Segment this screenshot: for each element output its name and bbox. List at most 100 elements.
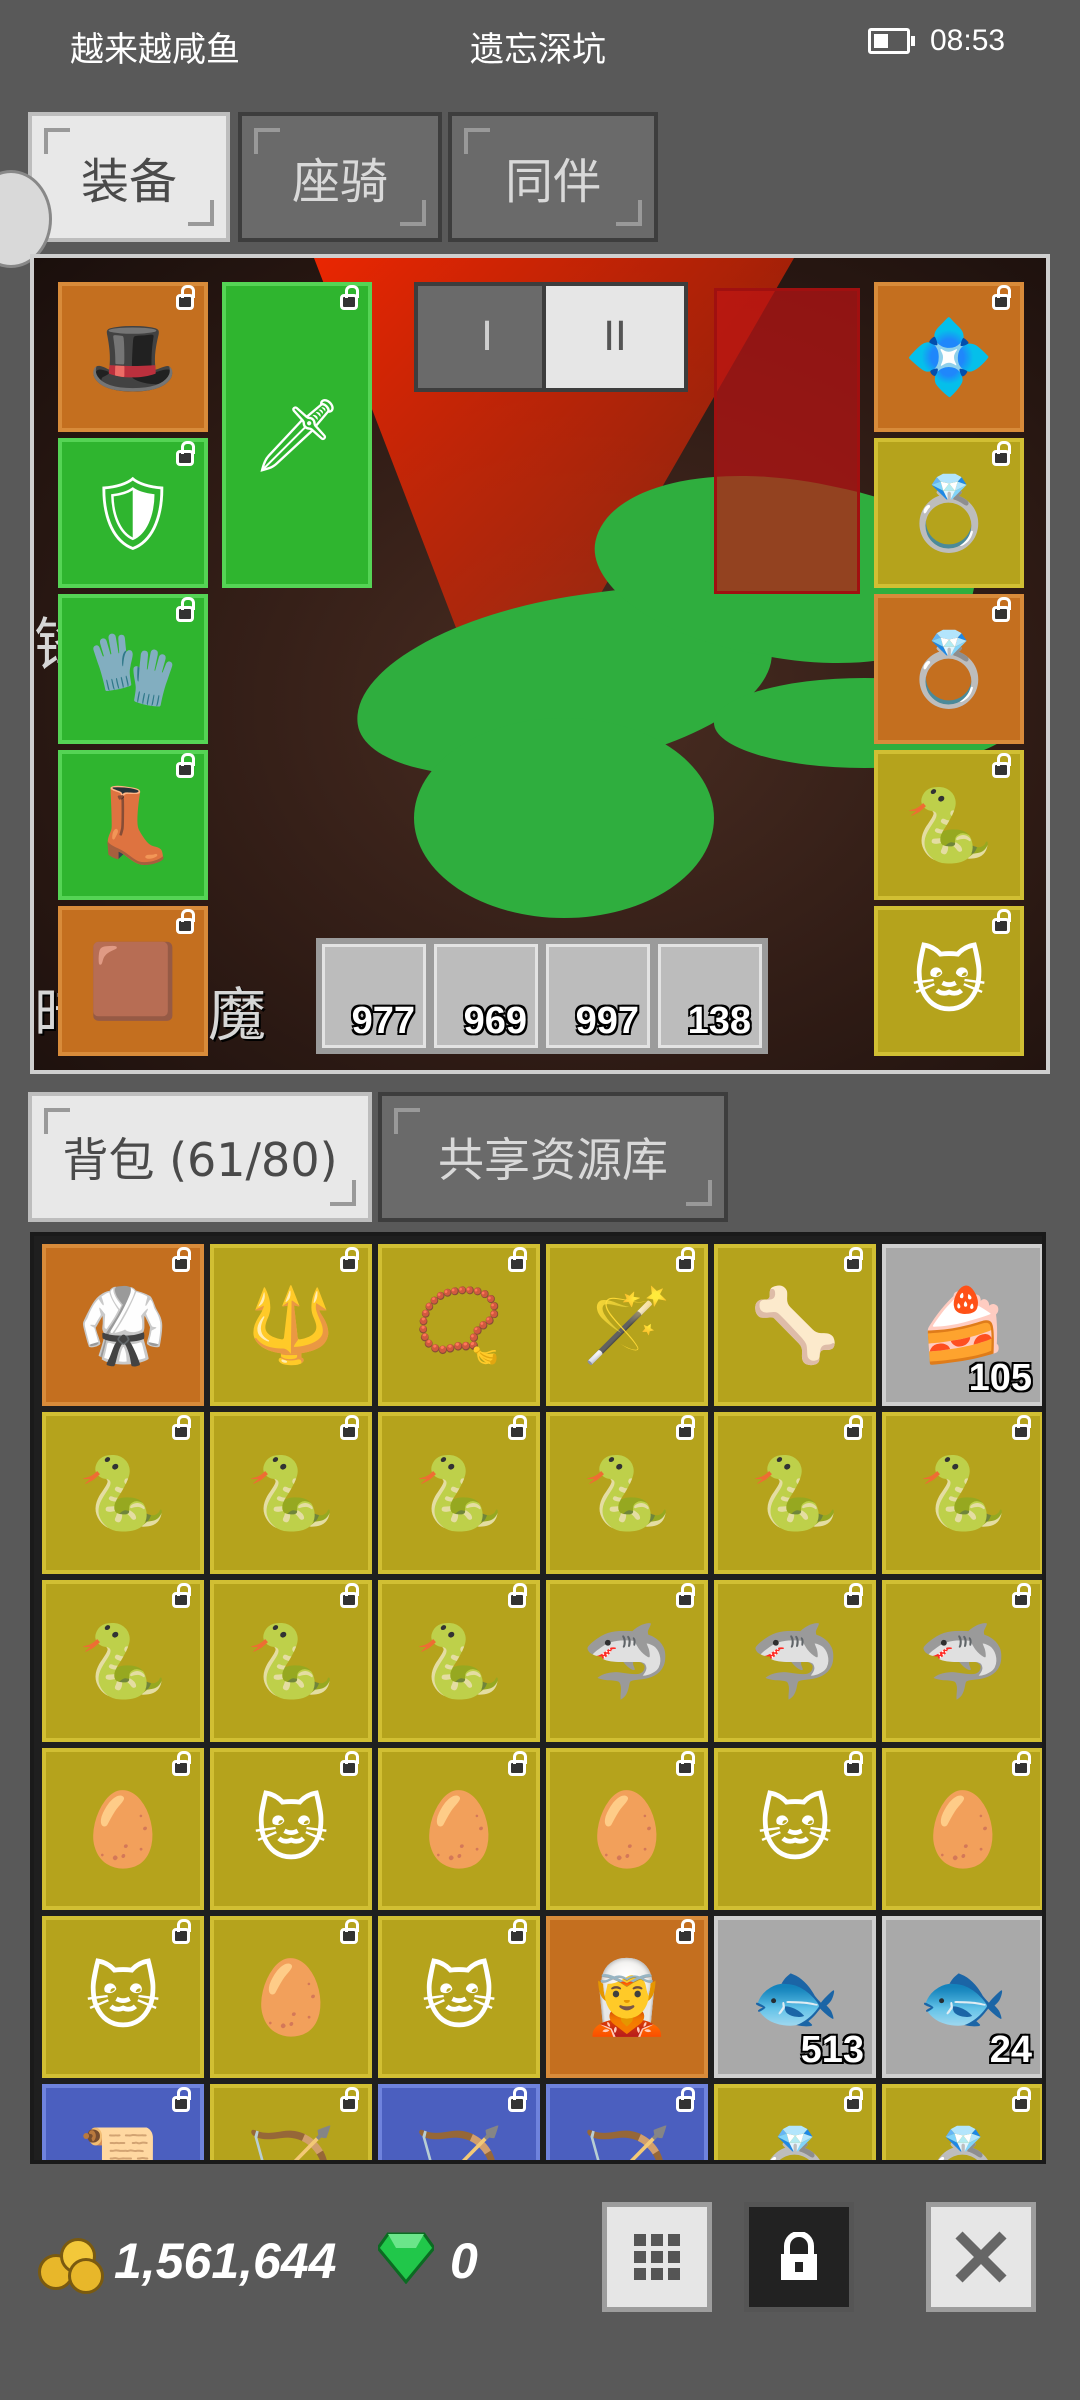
bag-slot[interactable]: 🐍 (378, 1580, 540, 1742)
snake-scroll-icon: 🐍 (750, 1451, 840, 1535)
close-button[interactable] (926, 2202, 1036, 2312)
status-bar: 越来越咸鱼 遗忘深坑 08:53 (0, 0, 1080, 88)
bag-slot[interactable]: 📿 (378, 1244, 540, 1406)
bag-slot[interactable]: 🥚 (42, 1748, 204, 1910)
lock-icon (676, 1583, 695, 1608)
bag-slot[interactable]: 🐍 (210, 1580, 372, 1742)
snake-scroll-icon: 🐍 (78, 1451, 168, 1535)
tab-shared-storage[interactable]: 共享资源库 (378, 1092, 728, 1222)
sort-grid-button[interactable] (602, 2202, 712, 2312)
bag-slot[interactable]: 🐟 24 (882, 1916, 1042, 2078)
bag-slot[interactable]: 🐱 (378, 1916, 540, 2078)
snake-scroll-icon: 🐍 (78, 1619, 168, 1703)
consumable-slot-2[interactable]: 969 (434, 944, 538, 1048)
bag-slot[interactable]: 🏹 (210, 2084, 372, 2160)
consumable-slot-4[interactable]: 138 (658, 944, 762, 1048)
lock-icon (508, 1919, 527, 1944)
bag-slot[interactable]: 🏹 (546, 2084, 708, 2160)
page-button-2[interactable]: II (542, 282, 688, 392)
bow-icon: 🏹 (414, 2129, 504, 2160)
bag-slot[interactable]: 🥚 (882, 1748, 1042, 1910)
lock-icon (676, 1247, 695, 1272)
lock-toggle-button[interactable] (744, 2202, 854, 2312)
bag-slot[interactable]: 🔱 (210, 1244, 372, 1406)
equip-slot-belt[interactable]: 🟫 (58, 906, 208, 1056)
bag-slot[interactable]: 🐟 513 (714, 1916, 876, 2078)
bag-slot[interactable]: 🏹 (378, 2084, 540, 2160)
amulet-icon: 📿 (414, 1283, 504, 1367)
bag-slot[interactable]: 🐱 (210, 1748, 372, 1910)
cat-icon: 🐱 (253, 1787, 329, 1871)
item-count: 138 (687, 1000, 751, 1042)
bag-slot[interactable]: 🐍 (546, 1412, 708, 1574)
equip-slot-pet[interactable]: 🐱 (874, 906, 1024, 1056)
snake-scroll-icon: 🐍 (246, 1451, 336, 1535)
ring-icon: 💍 (750, 2129, 840, 2160)
consumable-slot-3[interactable]: 997 (546, 944, 650, 1048)
equip-slot-boots[interactable]: 👢 (58, 750, 208, 900)
item-count: 24 (989, 2029, 1032, 2071)
tab-mount[interactable]: 座骑 (238, 112, 442, 242)
equip-slot-helmet[interactable]: 🎩 (58, 282, 208, 432)
armor-icon: 🥋 (78, 1283, 168, 1367)
tab-label: 背包 (61/80) (62, 1133, 338, 1187)
bag-slot[interactable]: 🥚 (546, 1748, 708, 1910)
bag-slot[interactable]: 🐱 (714, 1748, 876, 1910)
bag-slot[interactable]: 💍 (882, 2084, 1042, 2160)
bag-slot[interactable]: 🐍 (210, 1412, 372, 1574)
equip-slot-ring-1[interactable]: 💍 (874, 438, 1024, 588)
snake-boss-coil (414, 718, 714, 918)
bag-slot[interactable]: 📜 (42, 2084, 204, 2160)
lock-icon (172, 1247, 191, 1272)
battery-icon (868, 28, 915, 54)
equip-slot-weapon[interactable]: 🗡 (222, 282, 372, 588)
gold-icon (38, 2236, 104, 2294)
equip-slot-armor[interactable]: 🛡 (58, 438, 208, 588)
lock-icon (508, 1583, 527, 1608)
lock-icon (1012, 2087, 1031, 2112)
equip-slot-scroll[interactable]: 🐍 (874, 750, 1024, 900)
bag-slot[interactable]: 🐍 (714, 1412, 876, 1574)
bag-slot[interactable]: 🐍 (882, 1412, 1042, 1574)
bag-slot[interactable]: 🧝 (546, 1916, 708, 2078)
ring-icon: 💍 (918, 2129, 1008, 2160)
bag-slot[interactable]: 🐍 (42, 1580, 204, 1742)
bag-slot[interactable]: 🦈 (882, 1580, 1042, 1742)
cat-icon: 🐱 (85, 1955, 161, 2039)
spear-icon: 🔱 (246, 1283, 336, 1367)
snake-scroll-icon: 🐍 (414, 1451, 504, 1535)
item-count: 977 (351, 1000, 415, 1042)
consumable-slot-1[interactable]: 977 (322, 944, 426, 1048)
bag-slot[interactable]: 🦴 (714, 1244, 876, 1406)
bag-slot[interactable]: 🥚 (378, 1748, 540, 1910)
equip-slot-necklace[interactable]: 💠 (874, 282, 1024, 432)
equip-slot-gloves[interactable]: 🧤 (58, 594, 208, 744)
item-count: 105 (968, 1357, 1032, 1399)
bag-slot[interactable]: 🥋 (42, 1244, 204, 1406)
tab-companion[interactable]: 同伴 (448, 112, 658, 242)
bag-slot[interactable]: 🐍 (378, 1412, 540, 1574)
bow-icon: 🏹 (246, 2129, 336, 2160)
bag-slot[interactable]: 🥚 (210, 1916, 372, 2078)
bag-slot[interactable]: 🦈 (714, 1580, 876, 1742)
item-count: 969 (463, 1000, 527, 1042)
tab-equipment[interactable]: 装备 (28, 112, 230, 242)
diamond-amount: 0 (450, 2233, 478, 2289)
lock-icon (172, 2087, 191, 2112)
bag-slot[interactable]: 🍰 105 (882, 1244, 1042, 1406)
fish-scroll-icon: 🦈 (918, 1619, 1008, 1703)
bag-slot[interactable]: 🐱 (42, 1916, 204, 2078)
lock-icon (340, 1247, 359, 1272)
bag-slot[interactable]: 💍 (714, 2084, 876, 2160)
red-card-slot (714, 288, 860, 594)
equip-slot-ring-2[interactable]: 💍 (874, 594, 1024, 744)
tab-backpack[interactable]: 背包 (61/80) (28, 1092, 372, 1222)
fish-scroll-icon: 🦈 (582, 1619, 672, 1703)
lock-icon (781, 2232, 817, 2280)
bag-slot[interactable]: 🪄 (546, 1244, 708, 1406)
page-button-1[interactable]: I (414, 282, 560, 392)
bag-slot[interactable]: 🦈 (546, 1580, 708, 1742)
lock-icon (508, 1751, 527, 1776)
bag-slot[interactable]: 🐍 (42, 1412, 204, 1574)
tab-label: 装备 (80, 154, 177, 210)
